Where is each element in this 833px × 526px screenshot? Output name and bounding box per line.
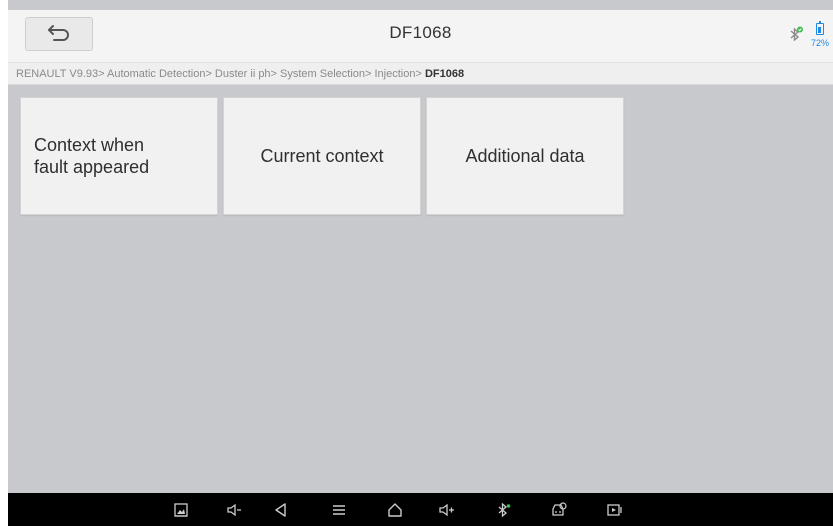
breadcrumb: RENAULT V9.93> Automatic Detection> Dust…	[8, 63, 833, 85]
header-bar: DF1068 72%	[8, 10, 833, 63]
tile-label: Additional data	[465, 146, 585, 166]
menu-icon[interactable]	[330, 501, 348, 519]
battery-indicator: 72%	[811, 21, 833, 52]
current-context-button[interactable]: Current context	[223, 97, 421, 215]
home-icon[interactable]	[386, 501, 404, 519]
tile-label: Current context	[260, 146, 384, 166]
volume-up-icon[interactable]	[438, 501, 456, 519]
app-screen: DF1068 72% RENAULT V9.93> Automatic Dete…	[8, 0, 833, 526]
back-icon[interactable]	[272, 501, 290, 519]
context-when-fault-appeared-button[interactable]: Context when fault appeared	[20, 97, 218, 215]
vci-icon[interactable]	[550, 501, 568, 519]
volume-down-icon[interactable]	[226, 501, 244, 519]
tile-label-line1: Context when	[34, 135, 145, 155]
tile-label-line2: fault appeared	[34, 157, 150, 177]
additional-data-button[interactable]: Additional data	[426, 97, 624, 215]
breadcrumb-path: RENAULT V9.93> Automatic Detection> Dust…	[16, 68, 425, 80]
bluetooth-connected-icon	[789, 26, 803, 44]
battery-icon	[816, 21, 824, 35]
breadcrumb-current: DF1068	[424, 68, 465, 80]
tile-label: Context when fault appeared	[34, 134, 149, 178]
page-title: DF1068	[389, 23, 452, 42]
system-navbar	[8, 493, 833, 526]
screenshot-icon[interactable]	[172, 501, 190, 519]
battery-percent: 72%	[811, 38, 830, 48]
screen-record-icon[interactable]	[606, 501, 624, 519]
bluetooth-icon[interactable]	[495, 501, 513, 519]
